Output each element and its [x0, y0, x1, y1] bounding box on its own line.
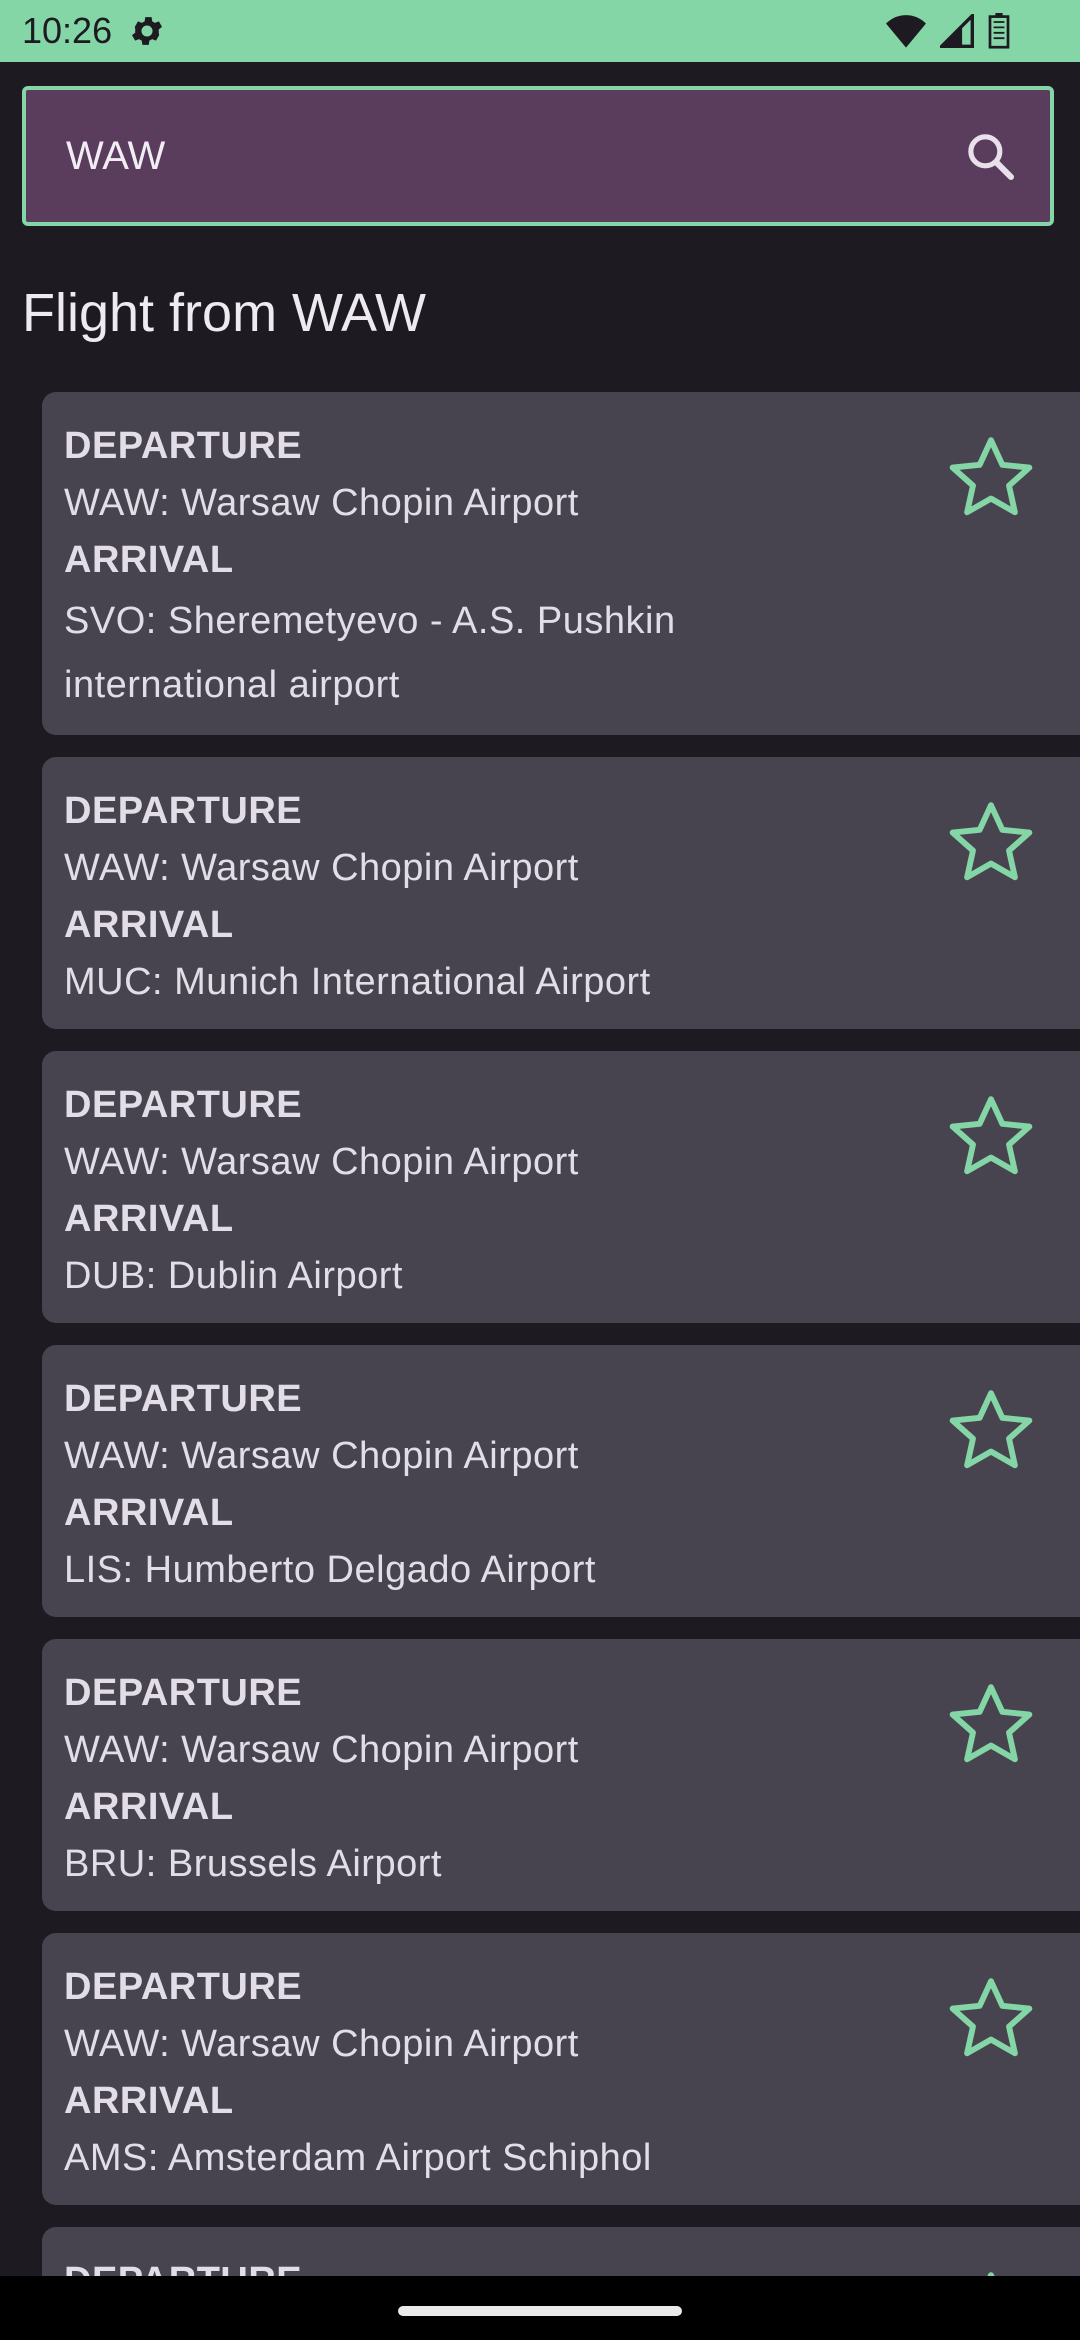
- arrival-airport: AMS: Amsterdam Airport Schiphol: [64, 2137, 652, 2179]
- search-input[interactable]: WAW: [22, 86, 1054, 226]
- battery-icon: [988, 13, 1010, 49]
- flight-card[interactable]: DEPARTURE WAW: Warsaw Chopin Airport ARR…: [42, 1639, 1080, 1911]
- favorite-star-icon[interactable]: [944, 1089, 1038, 1183]
- wifi-icon: [886, 15, 926, 48]
- page-title: Flight from WAW: [22, 283, 426, 343]
- arrival-label: ARRIVAL: [64, 539, 234, 581]
- arrival-airport: LIS: Humberto Delgado Airport: [64, 1549, 596, 1591]
- departure-airport: WAW: Warsaw Chopin Airport: [64, 847, 579, 889]
- navigation-bar: [0, 2276, 1080, 2340]
- arrival-label: ARRIVAL: [64, 1786, 234, 1828]
- arrival-airport: DUB: Dublin Airport: [64, 1255, 403, 1297]
- flight-card[interactable]: DEPARTURE WAW: Warsaw Chopin Airport ARR…: [42, 1933, 1080, 2205]
- signal-icon: [940, 14, 974, 48]
- departure-airport: WAW: Warsaw Chopin Airport: [64, 2023, 579, 2065]
- departure-label: DEPARTURE: [64, 1966, 303, 2008]
- arrival-label: ARRIVAL: [64, 904, 234, 946]
- arrival-label: ARRIVAL: [64, 1198, 234, 1240]
- status-time: 10:26: [22, 10, 113, 51]
- departure-label: DEPARTURE: [64, 2253, 1080, 2276]
- departure-label: DEPARTURE: [64, 1378, 303, 1420]
- search-icon[interactable]: [962, 128, 1018, 184]
- search-input-value[interactable]: WAW: [66, 134, 165, 179]
- flight-list[interactable]: DEPARTURE WAW: Warsaw Chopin Airport ARR…: [42, 392, 1080, 2276]
- favorite-star-icon[interactable]: [944, 430, 1038, 524]
- flight-card[interactable]: DEPARTURE: [42, 2227, 1080, 2276]
- departure-airport: WAW: Warsaw Chopin Airport: [64, 482, 579, 524]
- flight-card[interactable]: DEPARTURE WAW: Warsaw Chopin Airport ARR…: [42, 1051, 1080, 1323]
- flight-card[interactable]: DEPARTURE WAW: Warsaw Chopin Airport ARR…: [42, 392, 1080, 735]
- status-bar: 10:26: [0, 0, 1080, 62]
- flight-card[interactable]: DEPARTURE WAW: Warsaw Chopin Airport ARR…: [42, 757, 1080, 1029]
- favorite-star-icon[interactable]: [944, 2265, 1038, 2276]
- arrival-label: ARRIVAL: [64, 1492, 234, 1534]
- arrival-airport: BRU: Brussels Airport: [64, 1843, 442, 1885]
- favorite-star-icon[interactable]: [944, 1383, 1038, 1477]
- home-gesture-handle[interactable]: [398, 2306, 682, 2316]
- departure-label: DEPARTURE: [64, 790, 303, 832]
- departure-label: DEPARTURE: [64, 1672, 303, 1714]
- favorite-star-icon[interactable]: [944, 795, 1038, 889]
- arrival-airport: MUC: Munich International Airport: [64, 961, 651, 1003]
- departure-label: DEPARTURE: [64, 1084, 303, 1126]
- favorite-star-icon[interactable]: [944, 1971, 1038, 2065]
- departure-label: DEPARTURE: [64, 425, 303, 467]
- arrival-airport: SVO: Sheremetyevo - A.S. Pushkin interna…: [64, 600, 676, 706]
- departure-airport: WAW: Warsaw Chopin Airport: [64, 1435, 579, 1477]
- departure-airport: WAW: Warsaw Chopin Airport: [64, 1141, 579, 1183]
- arrival-label: ARRIVAL: [64, 2080, 234, 2122]
- gear-icon: [131, 17, 163, 45]
- flight-card[interactable]: DEPARTURE WAW: Warsaw Chopin Airport ARR…: [42, 1345, 1080, 1617]
- departure-airport: WAW: Warsaw Chopin Airport: [64, 1729, 579, 1771]
- favorite-star-icon[interactable]: [944, 1677, 1038, 1771]
